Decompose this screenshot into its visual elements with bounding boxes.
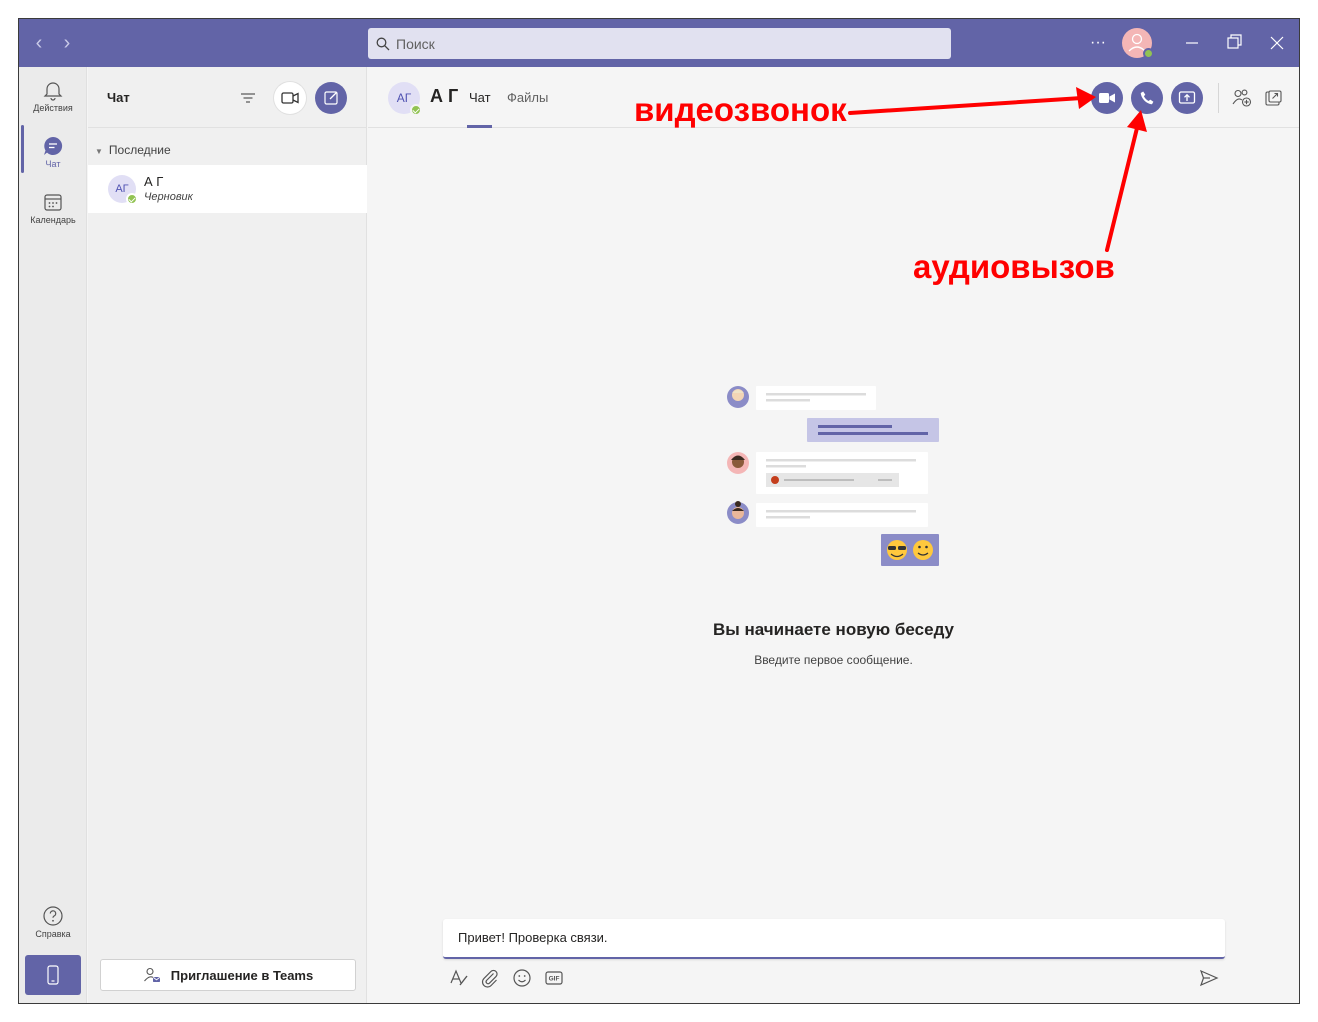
gif-icon: GIF [545, 971, 563, 985]
attach-button[interactable] [479, 967, 501, 989]
pop-out-icon [1265, 90, 1282, 106]
paperclip-icon [481, 969, 498, 988]
send-icon [1199, 969, 1219, 987]
invite-to-teams-button[interactable]: Приглашение в Teams [100, 959, 356, 991]
close-button[interactable] [1264, 31, 1290, 55]
avatar: АГ [108, 175, 138, 205]
back-arrow-icon[interactable]: ‹ [28, 32, 50, 54]
video-camera-icon [1099, 93, 1115, 103]
title-bar: ‹ › ··· [19, 19, 1299, 67]
rail-label-calendar: Календарь [30, 215, 76, 225]
filter-button[interactable] [239, 89, 257, 107]
rail-label-help: Справка [35, 929, 71, 939]
rail-item-calendar[interactable]: Календарь [19, 183, 87, 235]
tab-chat[interactable]: Чат [469, 90, 491, 105]
chevron-down-icon: ▼ [95, 147, 103, 156]
send-button[interactable] [1198, 967, 1220, 989]
minimize-icon [1186, 42, 1198, 44]
chat-list-item[interactable]: АГ А Г Черновик [88, 165, 367, 213]
rail-label-activity: Действия [33, 103, 73, 113]
section-recent-toggle[interactable]: ▼ Последние [95, 143, 171, 157]
meet-now-button[interactable] [274, 82, 306, 114]
empty-state-subtitle: Введите первое сообщение. [754, 653, 913, 667]
search-icon [376, 37, 390, 50]
conversation-title: А Г [430, 86, 459, 106]
chat-icon [44, 136, 63, 155]
header-divider [1218, 83, 1219, 113]
svg-text:GIF: GIF [549, 976, 560, 983]
add-people-button[interactable] [1231, 87, 1253, 109]
phone-icon [1140, 91, 1154, 105]
presence-available-icon [126, 193, 138, 205]
chat-list-title: Чат [107, 90, 130, 105]
rail-item-help[interactable]: Справка [19, 897, 87, 949]
format-button[interactable] [448, 967, 470, 989]
active-tab-indicator [467, 125, 492, 128]
mobile-phone-icon [47, 965, 59, 985]
share-screen-icon [1178, 91, 1196, 104]
video-camera-icon [281, 92, 299, 104]
more-options-button[interactable]: ··· [1085, 31, 1111, 55]
teams-window: ‹ › ··· Действия Чат [18, 18, 1300, 1004]
invite-label: Приглашение в Teams [170, 967, 314, 983]
close-icon [1270, 36, 1284, 50]
bell-icon [43, 82, 63, 101]
search-box[interactable] [368, 28, 951, 59]
emoji-icon [513, 969, 531, 987]
avatar: АГ [388, 82, 422, 116]
profile-avatar[interactable] [1122, 28, 1154, 59]
conversation-pane: АГ А Г Чат Файлы Вы начинаете новую бесе… [368, 67, 1299, 1003]
share-screen-button[interactable] [1171, 82, 1203, 114]
pop-out-chat-button[interactable] [1262, 87, 1284, 109]
chat-item-name: А Г [144, 174, 164, 189]
message-composer [443, 919, 1225, 959]
rail-item-activity[interactable]: Действия [19, 71, 87, 123]
rail-label-chat: Чат [45, 159, 61, 169]
gif-button[interactable]: GIF [543, 967, 565, 989]
app-rail: Действия Чат Календарь Справка [19, 67, 87, 1003]
chat-list-pane: Чат ▼ Последние АГ А Г Черновик Приглашен… [88, 67, 367, 1003]
chat-list-header: Чат [88, 67, 367, 128]
invite-people-icon [143, 967, 160, 982]
download-mobile-app-button[interactable] [25, 955, 81, 995]
compose-icon [324, 91, 338, 105]
chat-item-status: Черновик [144, 191, 193, 203]
search-input[interactable] [396, 35, 936, 52]
audio-call-button[interactable] [1131, 82, 1163, 114]
restore-button[interactable] [1221, 31, 1247, 55]
section-recent-label: Последние [108, 143, 171, 157]
add-people-icon [1232, 89, 1252, 107]
emoji-button[interactable] [511, 967, 533, 989]
help-icon [43, 906, 63, 926]
filter-icon [241, 93, 255, 103]
new-chat-button[interactable] [315, 82, 347, 114]
calendar-icon [44, 194, 62, 211]
video-call-button[interactable] [1091, 82, 1123, 114]
format-icon [450, 969, 468, 986]
presence-available-icon [1143, 48, 1154, 59]
tab-files[interactable]: Файлы [507, 90, 548, 105]
annotation-video-call-label: видеозвонок [634, 91, 847, 128]
presence-available-icon [410, 104, 422, 116]
avatar-initials: АГ [396, 91, 412, 105]
rail-item-chat[interactable]: Чат [19, 127, 87, 179]
minimize-button[interactable] [1179, 31, 1205, 55]
empty-state-title: Вы начинаете новую беседу [712, 620, 955, 639]
new-conversation-illustration [727, 386, 939, 566]
message-input[interactable] [458, 930, 1208, 945]
forward-arrow-icon[interactable]: › [56, 32, 78, 54]
annotation-audio-call-label: аудиовызов [913, 248, 1115, 285]
restore-icon [1227, 34, 1242, 49]
avatar-initials: АГ [115, 183, 129, 195]
